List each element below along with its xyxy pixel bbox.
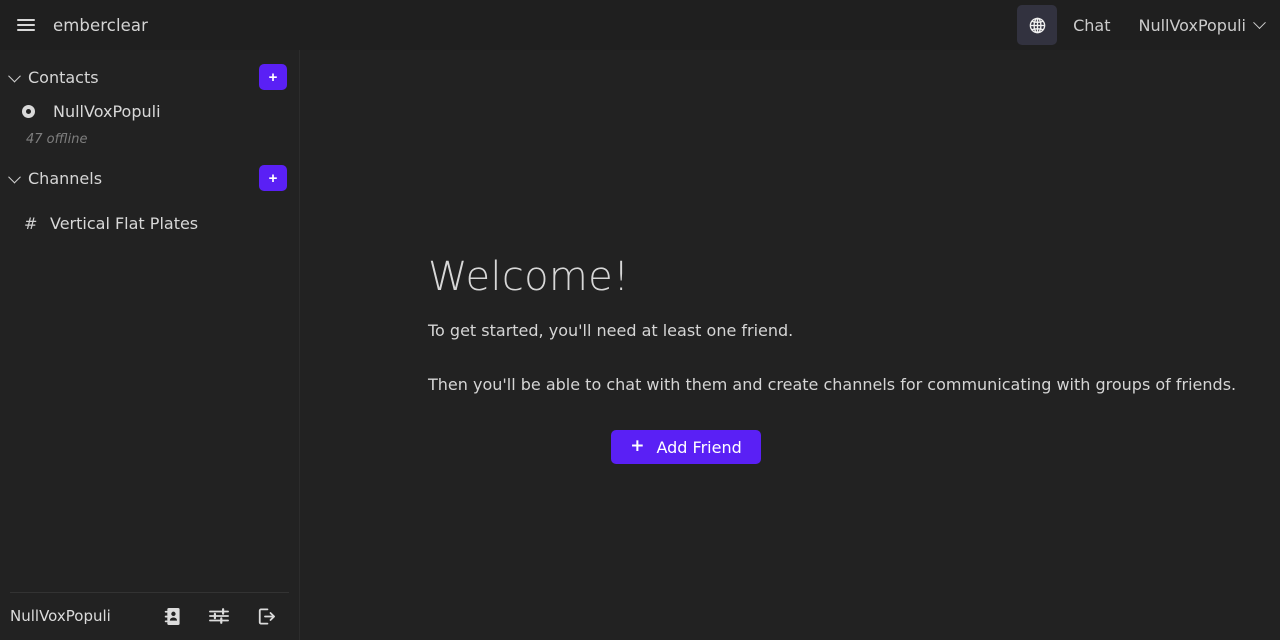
status-dot-offline-icon bbox=[22, 104, 35, 118]
sidebar-offline-count: 47 offline bbox=[26, 132, 88, 147]
welcome-panel: Welcome! To get started, you'll need at … bbox=[428, 254, 1240, 465]
sidebar-footer: NullVoxPopuli bbox=[0, 592, 299, 640]
sidebar-section-channels-label: Channels bbox=[28, 168, 103, 188]
logout-icon[interactable] bbox=[255, 605, 277, 627]
sidebar-contact-label: NullVoxPopuli bbox=[53, 101, 161, 121]
hamburger-bar bbox=[17, 19, 35, 21]
sidebar-section-contacts[interactable]: Contacts + bbox=[0, 60, 299, 94]
header-user-label: NullVoxPopuli bbox=[1138, 15, 1246, 35]
header-chat-link[interactable]: Chat bbox=[1057, 16, 1126, 35]
app-brand-title: emberclear bbox=[53, 15, 148, 35]
add-friend-button-label: Add Friend bbox=[656, 437, 742, 457]
chevron-down-icon bbox=[1253, 15, 1266, 29]
sidebar-contact-item[interactable]: NullVoxPopuli bbox=[0, 94, 299, 128]
sidebar-footer-username: NullVoxPopuli bbox=[10, 607, 111, 625]
hamburger-bar bbox=[17, 29, 35, 31]
welcome-cta-wrapper: + Add Friend bbox=[428, 430, 1240, 465]
sidebar-channel-item[interactable]: # Vertical Flat Plates bbox=[0, 207, 299, 239]
add-contact-button[interactable]: + bbox=[259, 64, 287, 90]
add-friend-button[interactable]: + Add Friend bbox=[611, 430, 761, 465]
chevron-down-icon bbox=[8, 69, 21, 82]
sidebar-scroll-area: Contacts + NullVoxPopuli 47 offline Chan… bbox=[0, 50, 299, 592]
settings-sliders-icon[interactable] bbox=[208, 605, 230, 627]
add-channel-button[interactable]: + bbox=[259, 165, 287, 191]
contacts-book-icon[interactable] bbox=[161, 605, 183, 627]
header-user-menu[interactable]: NullVoxPopuli bbox=[1126, 16, 1268, 35]
welcome-line-2: Then you'll be able to chat with them an… bbox=[428, 375, 1237, 395]
welcome-heading: Welcome! bbox=[428, 254, 630, 300]
sidebar-section-contacts-label: Contacts bbox=[28, 67, 99, 87]
hamburger-bar bbox=[17, 24, 35, 26]
welcome-line-1: To get started, you'll need at least one… bbox=[428, 321, 794, 340]
chevron-down-icon bbox=[8, 170, 21, 183]
sidebar-footer-actions bbox=[161, 605, 277, 627]
plus-icon: + bbox=[630, 435, 645, 456]
body-container: Contacts + NullVoxPopuli 47 offline Chan… bbox=[0, 50, 1280, 640]
main-content-area: Welcome! To get started, you'll need at … bbox=[300, 50, 1280, 640]
hash-icon: # bbox=[24, 213, 38, 233]
sidebar-channel-label: Vertical Flat Plates bbox=[50, 213, 199, 233]
app-window: emberclear Chat NullVoxPopuli Contacts +… bbox=[0, 0, 1280, 640]
sidebar: Contacts + NullVoxPopuli 47 offline Chan… bbox=[0, 50, 300, 640]
header-actions: Chat NullVoxPopuli bbox=[1017, 5, 1268, 45]
top-header-bar: emberclear Chat NullVoxPopuli bbox=[0, 0, 1280, 50]
sidebar-section-channels[interactable]: Channels + bbox=[0, 161, 299, 195]
hamburger-icon[interactable] bbox=[11, 10, 41, 40]
globe-icon[interactable] bbox=[1017, 5, 1058, 45]
